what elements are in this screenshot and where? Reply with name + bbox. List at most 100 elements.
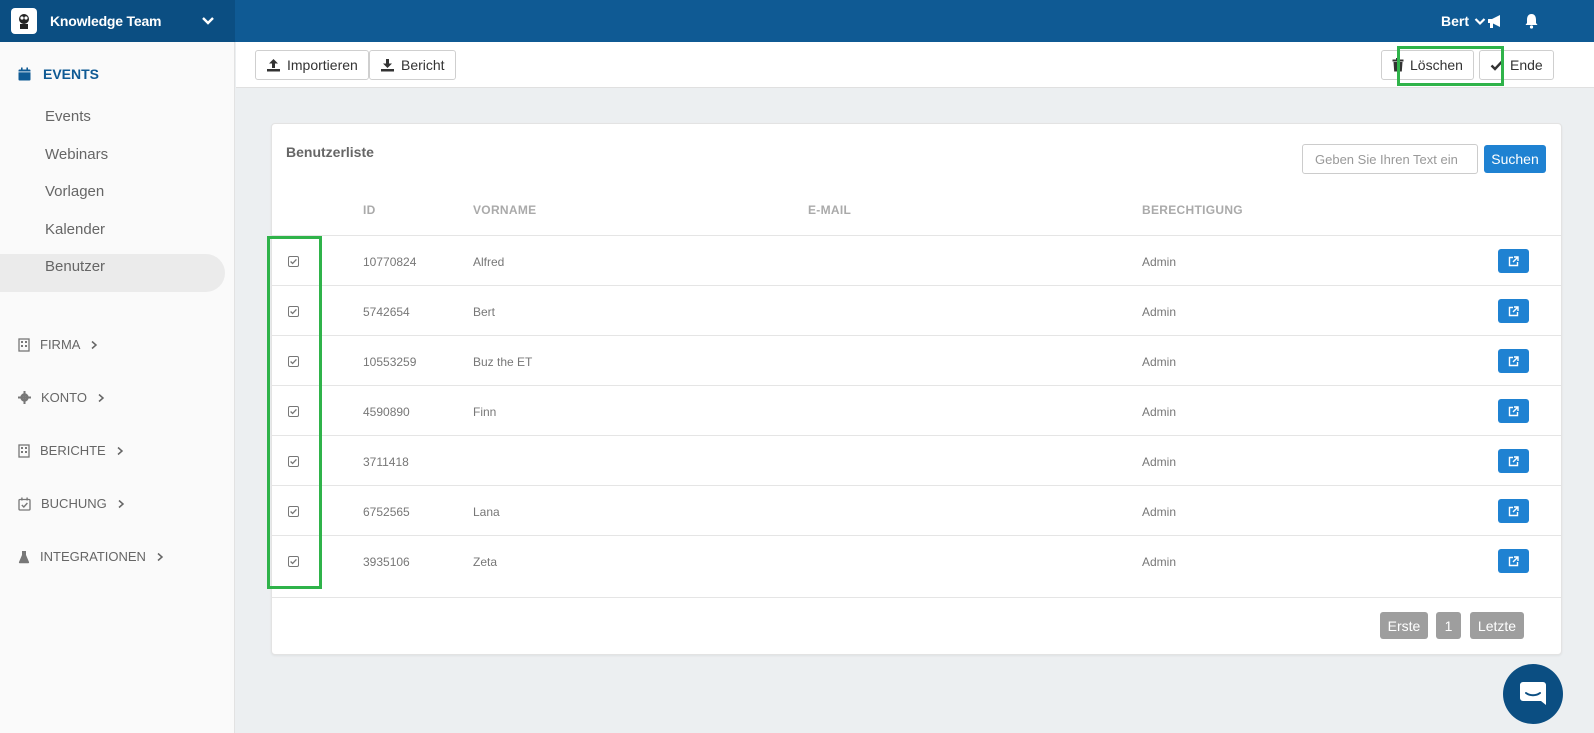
org-name: Knowledge Team [50, 13, 162, 29]
sidebar-item-vorlagen[interactable]: Vorlagen [45, 183, 104, 200]
sidebar: EVENTS Events Webinars Vorlagen Kalender… [0, 42, 235, 733]
sidebar-section-label: FIRMA [40, 337, 81, 352]
external-link-icon [1508, 255, 1519, 266]
external-link-icon [1508, 505, 1519, 516]
edit-button[interactable] [1498, 549, 1529, 573]
cell-id: 3935106 [363, 554, 410, 569]
edit-button[interactable] [1498, 499, 1529, 523]
table-row: 10553259 Buz the ET Admin [272, 335, 1561, 386]
download-icon [381, 59, 394, 72]
column-header-email: E-MAIL [808, 203, 852, 217]
pagination-last[interactable]: Letzte [1470, 612, 1524, 639]
sidebar-item-events[interactable]: Events [45, 108, 91, 125]
search-button[interactable]: Suchen [1484, 145, 1546, 173]
report-button[interactable]: Bericht [369, 50, 456, 80]
cell-berechtigung: Admin [1142, 554, 1177, 569]
sidebar-section-label: BUCHUNG [41, 496, 107, 511]
cell-berechtigung: Admin [1142, 504, 1177, 519]
edit-button[interactable] [1498, 399, 1529, 423]
delete-highlight-box [1397, 46, 1504, 86]
chevron-down-icon[interactable] [201, 16, 215, 26]
building-icon [18, 443, 30, 458]
table-bottom-divider [272, 597, 1561, 598]
cell-berechtigung: Admin [1142, 404, 1177, 419]
column-header-id: ID [363, 203, 376, 217]
edit-button[interactable] [1498, 349, 1529, 373]
cell-berechtigung: Admin [1142, 354, 1177, 369]
action-bar: Importieren Bericht Löschen Ende [236, 42, 1594, 88]
org-logo [11, 8, 37, 34]
chevron-right-icon [118, 499, 124, 508]
sidebar-section-label: KONTO [41, 390, 87, 405]
external-link-icon [1508, 555, 1519, 566]
chevron-right-icon [98, 393, 105, 402]
card-title: Benutzerliste [286, 144, 374, 160]
done-button-label: Ende [1510, 57, 1543, 73]
cell-vorname: Buz the ET [473, 354, 533, 369]
table-row: 4590890 Finn Admin [272, 385, 1561, 436]
column-header-vorname: VORNAME [473, 203, 537, 217]
cell-vorname: Lana [473, 504, 500, 519]
sidebar-section-label: BERICHTE [40, 443, 106, 458]
calendar-check-icon [18, 497, 31, 511]
megaphone-icon[interactable] [1484, 11, 1506, 31]
pagination-first[interactable]: Erste [1380, 612, 1428, 639]
cell-berechtigung: Admin [1142, 304, 1177, 319]
column-header-berechtigung: BERECHTIGUNG [1142, 203, 1243, 217]
flask-icon [18, 550, 30, 563]
cell-id: 6752565 [363, 504, 410, 519]
cell-id: 10770824 [363, 254, 417, 269]
sidebar-item-kalender[interactable]: Kalender [45, 221, 105, 238]
building-icon [18, 337, 30, 352]
gear-icon [18, 391, 31, 404]
table-row: 5742654 Bert Admin [272, 285, 1561, 336]
chat-icon [1520, 682, 1546, 705]
cell-berechtigung: Admin [1142, 454, 1177, 469]
bell-icon[interactable] [1522, 11, 1540, 31]
sidebar-section-berichte[interactable]: BERICHTE [18, 443, 124, 458]
sidebar-item-webinars[interactable]: Webinars [45, 146, 108, 163]
cell-vorname: Alfred [473, 254, 505, 269]
chevron-right-icon [117, 446, 123, 455]
edit-button[interactable] [1498, 249, 1529, 273]
calendar-icon [18, 67, 31, 81]
sidebar-section-firma[interactable]: FIRMA [18, 337, 98, 352]
report-button-label: Bericht [401, 57, 445, 73]
external-link-icon [1508, 405, 1519, 416]
table-row: 6752565 Lana Admin [272, 485, 1561, 536]
sidebar-section-konto[interactable]: KONTO [18, 390, 105, 405]
sidebar-section-events[interactable]: EVENTS [18, 66, 99, 82]
cell-berechtigung: Admin [1142, 254, 1177, 269]
search-input[interactable] [1302, 144, 1478, 174]
top-bar: Knowledge Team Bert [0, 0, 1594, 42]
cell-id: 5742654 [363, 304, 410, 319]
external-link-icon [1508, 305, 1519, 316]
edit-button[interactable] [1498, 299, 1529, 323]
cell-vorname: Finn [473, 404, 497, 419]
edit-button[interactable] [1498, 449, 1529, 473]
sidebar-section-label: EVENTS [43, 66, 100, 82]
sidebar-active-highlight [0, 254, 225, 292]
cell-id: 10553259 [363, 354, 417, 369]
import-button-label: Importieren [287, 57, 358, 73]
chevron-right-icon [157, 552, 164, 561]
cell-id: 3711418 [363, 454, 409, 469]
sidebar-section-integrationen[interactable]: INTEGRATIONEN [18, 549, 164, 564]
checkbox-column-highlight-box [267, 236, 322, 589]
pagination-page[interactable]: 1 [1436, 612, 1461, 639]
external-link-icon [1508, 355, 1519, 366]
external-link-icon [1508, 455, 1519, 466]
cell-vorname: Zeta [473, 554, 498, 569]
chevron-right-icon [91, 340, 98, 349]
upload-icon [267, 59, 280, 72]
sidebar-section-buchung[interactable]: BUCHUNG [18, 496, 125, 511]
org-switcher[interactable]: Knowledge Team [0, 0, 235, 42]
sidebar-section-label: INTEGRATIONEN [40, 549, 146, 564]
import-button[interactable]: Importieren [255, 50, 369, 80]
sidebar-item-benutzer[interactable]: Benutzer [45, 258, 105, 275]
chat-launcher[interactable] [1503, 664, 1563, 724]
user-name: Bert [1441, 13, 1470, 29]
cell-vorname: Bert [473, 304, 496, 319]
table-row: 10770824 Alfred Admin [272, 235, 1561, 286]
user-menu[interactable]: Bert [1441, 0, 1486, 42]
